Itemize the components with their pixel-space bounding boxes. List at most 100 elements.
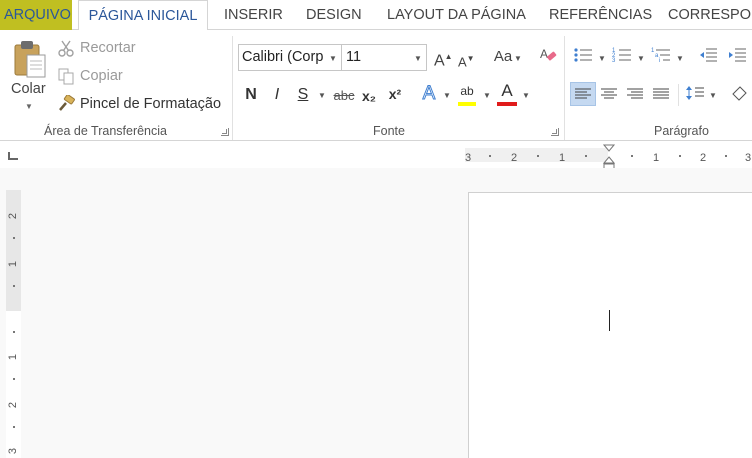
ruler-number: 3 [744,152,752,164]
font-color-button[interactable]: A [496,80,518,106]
chevron-down-icon[interactable]: ▼ [25,102,33,111]
clipboard-launcher-icon[interactable] [221,128,229,136]
tab-file[interactable]: ARQUIVO [0,0,72,30]
bold-button[interactable]: N [242,84,260,106]
shrink-font-icon: A [458,54,467,70]
font-color-swatch [497,102,517,106]
chevron-down-icon[interactable]: ▼ [329,54,337,63]
chevron-down-icon[interactable]: ▼ [709,91,717,100]
align-left-button[interactable] [570,82,596,106]
svg-text:3: 3 [612,58,616,64]
group-divider [564,36,565,140]
ruler-number: 3 [7,447,19,455]
paragraph-group-label: Parágrafo [654,124,709,138]
ruler-tick [489,155,491,157]
highlight-color-swatch [458,102,476,106]
tab-design[interactable]: DESIGN [306,0,362,30]
multilevel-list-icon[interactable]: 1 a i [650,46,672,68]
ruler-number: 2 [7,401,19,409]
change-case-button[interactable]: Aa [491,46,515,68]
ruler-tick [13,426,15,428]
font-color-label: A [501,81,513,100]
line-spacing-icon[interactable] [684,84,706,106]
ribbon: Colar ▼ Recortar Copiar Pincel de Format… [0,30,752,141]
chevron-down-icon[interactable]: ▼ [443,91,451,100]
eraser-icon[interactable]: A [538,46,558,68]
chevron-down-icon[interactable]: ▼ [676,54,684,63]
clipboard-icon[interactable] [13,39,47,79]
bullets-icon[interactable] [572,46,594,68]
ruler-margin-area [6,190,21,311]
horizontal-ruler-bar: 3 2 1 1 2 3 [0,142,752,170]
ruler-number: 1 [652,152,660,164]
chevron-down-icon[interactable]: ▼ [514,54,522,63]
button-divider [678,84,679,106]
group-divider [232,36,233,140]
justify-icon[interactable] [650,84,672,106]
cut-label: Recortar [80,40,136,56]
svg-text:A: A [540,47,548,61]
ruler-number: 2 [510,152,518,164]
tab-mailings[interactable]: CORRESPON [668,0,752,30]
tab-stop-selector-icon[interactable] [8,152,18,160]
text-effects-button[interactable]: A [420,83,438,105]
ruler-tick [13,378,15,380]
align-center-icon[interactable] [598,84,620,106]
clipboard-group-label: Área de Transferência [44,124,167,138]
font-launcher-icon[interactable] [551,128,559,136]
subscript-button[interactable]: x₂ [359,85,379,107]
shrink-font-button[interactable]: A▼ [458,48,475,70]
svg-text:i: i [659,58,660,64]
superscript-button[interactable]: x² [385,83,405,105]
ruler-tick [631,155,633,157]
text-cursor [609,310,610,331]
ruler-number: 1 [7,260,19,268]
format-painter-button[interactable]: Pincel de Formatação [57,93,221,115]
grow-font-button[interactable]: A▲ [434,46,453,70]
chevron-down-icon[interactable]: ▼ [318,91,326,100]
ruler-tick [13,237,15,239]
chevron-down-icon[interactable]: ▼ [414,54,422,63]
grow-font-icon: A [434,52,445,70]
highlight-button[interactable]: ab [456,80,478,106]
ruler-number: 1 [7,353,19,361]
chevron-down-icon[interactable]: ▼ [598,54,606,63]
tab-insert[interactable]: INSERIR [224,0,283,30]
align-left-icon [575,88,591,99]
increase-indent-icon[interactable] [726,46,748,68]
document-page[interactable] [468,192,752,458]
ruler-number: 2 [699,152,707,164]
paste-button[interactable]: Colar [11,81,46,97]
ruler-tick [585,155,587,157]
chevron-down-icon[interactable]: ▼ [522,91,530,100]
ruler-tick [13,285,15,287]
shading-icon[interactable] [730,84,752,106]
tab-page-layout[interactable]: LAYOUT DA PÁGINA [387,0,526,30]
chevron-down-icon[interactable]: ▼ [483,91,491,100]
ruler-number: 2 [7,212,19,220]
copy-button[interactable]: Copiar [57,65,123,87]
ruler-tick [725,155,727,157]
decrease-indent-icon[interactable] [697,46,719,68]
ruler-number: 3 [464,152,472,164]
strikethrough-button[interactable]: abc [331,85,357,107]
copy-icon [57,67,75,85]
chevron-down-icon[interactable]: ▼ [637,54,645,63]
underline-button[interactable]: S [296,84,310,106]
ruler-number: 1 [558,152,566,164]
brush-icon [57,94,75,113]
scissors-icon [57,39,75,57]
font-name-combobox[interactable]: Calibri (Corp [238,44,342,71]
cut-button[interactable]: Recortar [57,37,136,59]
tab-home[interactable]: PÁGINA INICIAL [78,0,208,31]
format-painter-label: Pincel de Formatação [80,96,222,112]
align-right-icon[interactable] [624,84,646,106]
ribbon-tab-bar: ARQUIVO PÁGINA INICIAL INSERIR DESIGN LA… [0,0,752,31]
tab-references[interactable]: REFERÊNCIAS [549,0,652,30]
ruler-tick [13,331,15,333]
numbering-icon[interactable]: 1 2 3 [611,46,633,68]
highlight-label: ab [460,84,474,98]
italic-button[interactable]: I [270,84,284,106]
font-group-label: Fonte [373,124,405,138]
ruler-tick [679,155,681,157]
